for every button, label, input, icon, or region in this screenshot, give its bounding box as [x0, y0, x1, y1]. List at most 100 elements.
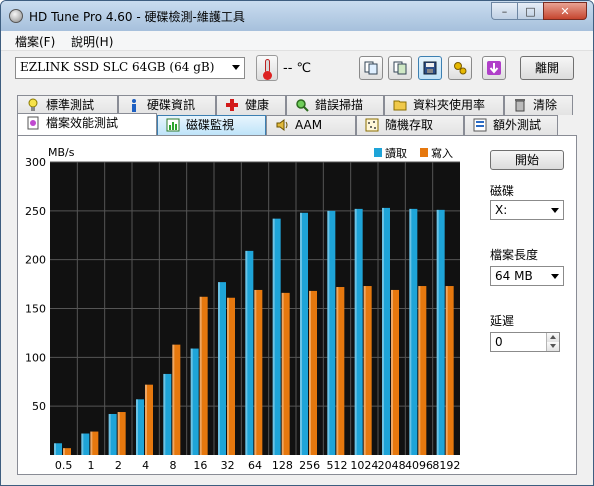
bar-highlight: [409, 208, 412, 455]
bar-highlight: [254, 289, 257, 455]
menu-bar: 檔案(F) 說明(H): [1, 31, 593, 51]
tab-benchmark-label: 標準測試: [46, 98, 95, 112]
tab-disk-monitor[interactable]: 磁碟監視: [157, 115, 266, 135]
download-button[interactable]: [482, 56, 506, 80]
y-axis-label: MB/s: [48, 146, 75, 159]
drive-select-value: EZLINK SSD SLC 64GB (64 gB): [20, 60, 215, 74]
y-tick-label: 200: [25, 254, 46, 267]
y-tick-label: 100: [25, 351, 46, 364]
tab-health[interactable]: 健康: [216, 95, 286, 115]
bar-highlight: [136, 399, 138, 455]
copy-info-button[interactable]: [359, 56, 383, 80]
x-tick-label: 64: [248, 459, 262, 472]
tab-extra-tests[interactable]: 額外測試: [464, 115, 558, 135]
save-button[interactable]: [418, 56, 442, 80]
x-tick-label: 2048: [378, 459, 406, 472]
exit-button[interactable]: 離開: [520, 56, 574, 80]
chevron-down-icon: [232, 65, 240, 70]
bar-highlight: [227, 297, 229, 455]
bar-highlight: [281, 292, 284, 455]
bar-highlight: [336, 287, 339, 455]
legend-read-label: 讀取: [385, 146, 407, 160]
stepper-up-icon[interactable]: [546, 333, 559, 342]
maximize-button[interactable]: □: [517, 2, 543, 20]
tab-aam[interactable]: AAM: [266, 115, 356, 135]
tab-row-top: 標準測試 硬碟資訊 健康 錯誤掃描 資料夾使用率 清除: [17, 95, 573, 115]
info-icon: [132, 99, 136, 112]
menu-help[interactable]: 說明(H): [71, 33, 113, 50]
tab-folder-usage-label: 資料夾使用率: [413, 98, 486, 112]
delay-stepper-value: 0: [495, 335, 503, 349]
legend-write-swatch: [420, 148, 428, 157]
bar-highlight: [117, 412, 120, 455]
disk-label: 磁碟: [490, 184, 515, 198]
tab-folder-usage[interactable]: 資料夾使用率: [384, 95, 504, 115]
bar-highlight: [418, 286, 421, 455]
trash-icon: [515, 99, 525, 112]
tab-info-label: 硬碟資訊: [147, 98, 196, 112]
copy-screenshot-button[interactable]: [388, 56, 412, 80]
close-button[interactable]: ✕: [543, 2, 587, 20]
thermometer-icon: [256, 55, 278, 81]
health-cross-icon: [226, 99, 238, 111]
folder-icon: [393, 100, 407, 111]
tab-file-benchmark[interactable]: 檔案效能測試: [17, 113, 157, 135]
file-benchmark-icon: [27, 116, 39, 130]
x-tick-label: 512: [327, 459, 348, 472]
file-length-label: 檔案長度: [490, 248, 539, 262]
x-tick-label: 8: [170, 459, 177, 472]
legend-read-swatch: [374, 148, 382, 157]
app-icon: [9, 9, 23, 23]
minimize-button[interactable]: –: [491, 2, 517, 20]
window-title: HD Tune Pro 4.60 - 硬碟檢測-維護工具: [29, 10, 245, 24]
bar-highlight: [363, 286, 366, 455]
bar-highlight: [63, 448, 65, 455]
transfer-rate-chart: 50 100 150 200 250 300MB/s 0.5 1 2 4 8 16 32 64 128 256…: [25, 146, 460, 472]
x-tick-label: 4096: [405, 459, 433, 472]
title-bar[interactable]: HD Tune Pro 4.60 - 硬碟檢測-維護工具 – □ ✕: [1, 1, 593, 31]
tab-info[interactable]: 硬碟資訊: [118, 95, 216, 115]
drive-select[interactable]: EZLINK SSD SLC 64GB (64 gB): [15, 57, 245, 79]
gears-icon: [454, 62, 467, 75]
bar-highlight: [163, 373, 166, 455]
tab-file-benchmark-label: 檔案效能測試: [46, 116, 119, 130]
tab-erase-label: 清除: [533, 98, 558, 112]
bar-highlight: [245, 250, 248, 455]
bar-highlight: [190, 348, 193, 455]
stepper-down-icon[interactable]: [546, 342, 559, 351]
bar-highlight: [436, 209, 439, 455]
bar-highlight: [172, 344, 175, 455]
options-button[interactable]: [448, 56, 472, 80]
tab-erase[interactable]: 清除: [504, 95, 573, 115]
tab-error-scan[interactable]: 錯誤掃描: [286, 95, 384, 115]
delay-stepper[interactable]: 0: [490, 332, 560, 352]
tab-aam-label: AAM: [295, 118, 323, 132]
bar-highlight: [327, 210, 330, 455]
copy-icon: [364, 61, 378, 75]
tab-benchmark[interactable]: 標準測試: [17, 95, 118, 115]
x-tick-label: 1024: [350, 459, 378, 472]
random-access-icon: [365, 118, 379, 132]
menu-file[interactable]: 檔案(F): [15, 33, 55, 50]
file-length-select[interactable]: 64 MB: [490, 266, 564, 286]
y-tick-label: 300: [25, 156, 46, 169]
disk-select[interactable]: X:: [490, 200, 564, 220]
x-tick-label: 0.5: [55, 459, 73, 472]
y-tick-label: 50: [32, 400, 46, 413]
tab-disk-monitor-label: 磁碟監視: [186, 118, 235, 132]
y-tick-label: 150: [25, 303, 46, 316]
temperature-readout: -- ℃: [283, 61, 312, 76]
bar-highlight: [199, 296, 202, 455]
x-tick-label: 2: [115, 459, 122, 472]
download-arrow-icon: [487, 61, 501, 75]
bar-highlight: [391, 289, 393, 455]
legend-write-label: 寫入: [431, 146, 453, 160]
start-button[interactable]: 開始: [490, 150, 564, 170]
tab-health-label: 健康: [245, 98, 270, 112]
tab-random-access[interactable]: 隨機存取: [356, 115, 464, 135]
chevron-down-icon: [551, 274, 559, 279]
disk-monitor-icon: [166, 118, 180, 132]
chevron-down-icon: [551, 208, 559, 213]
bar-highlight: [354, 208, 357, 455]
toolbar: EZLINK SSD SLC 64GB (64 gB) -- ℃ 離開: [1, 51, 593, 89]
